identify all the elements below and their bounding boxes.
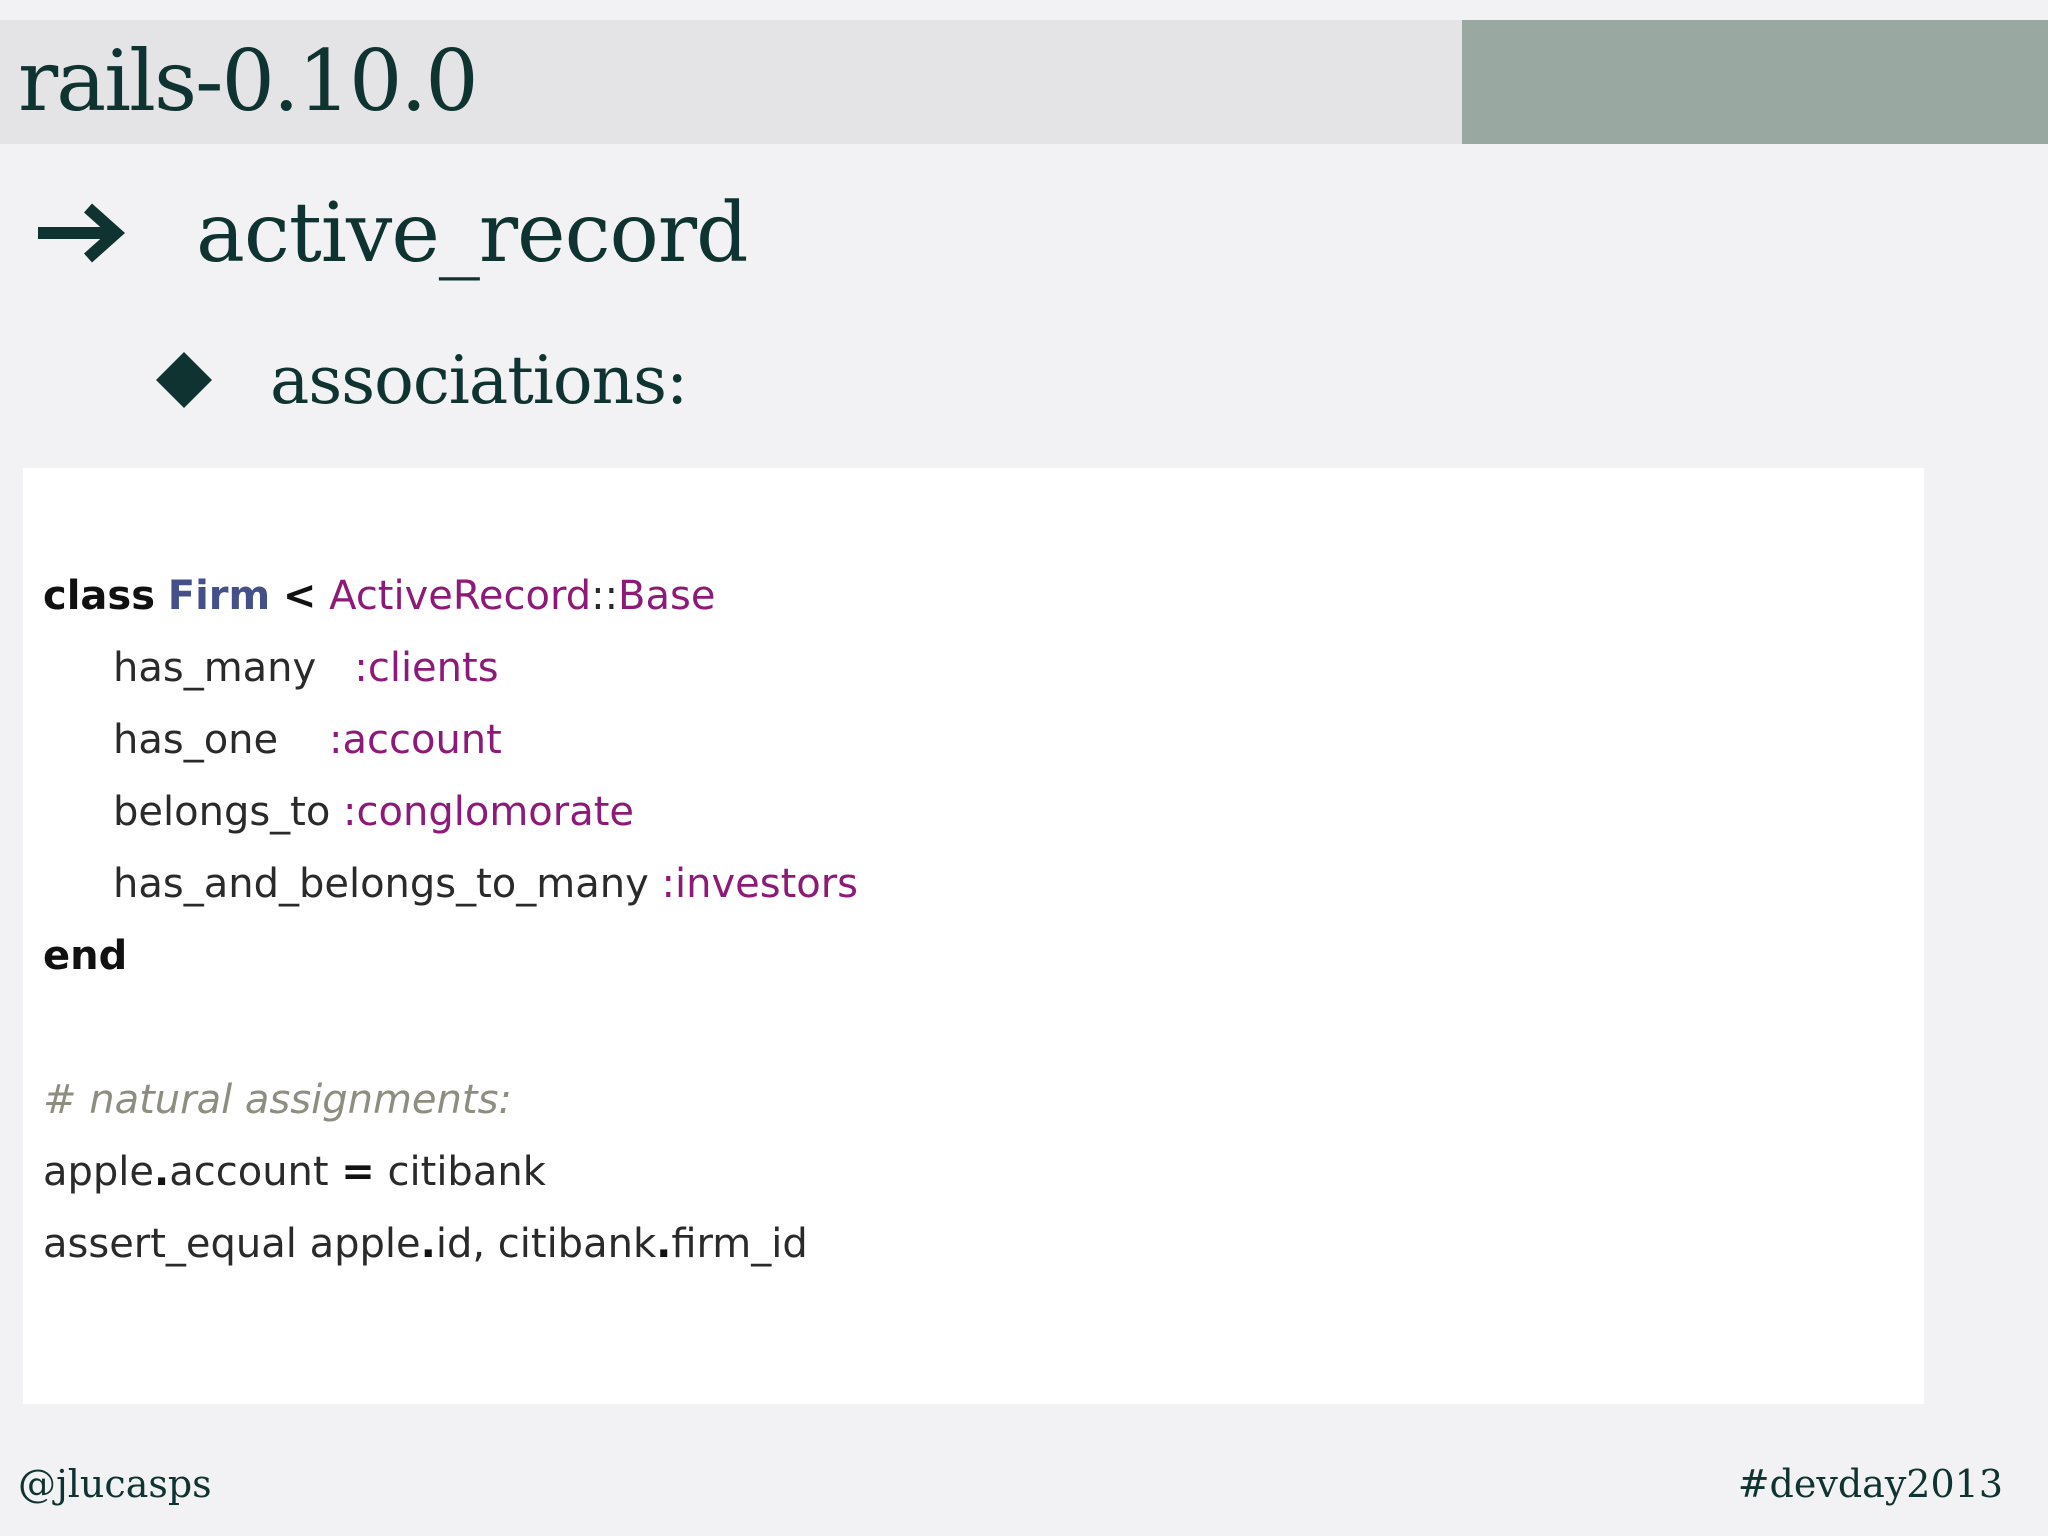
operator-dot: . [656,1221,672,1267]
symbol: :account [329,717,502,763]
code-comment: # natural assignments: [43,1077,512,1123]
operator-lt: < [282,573,317,619]
code-line-habtm: has_and_belongs_to_many :investors [43,848,858,920]
attribute-firm-id: firm_id [671,1221,808,1267]
class-name: Firm [167,573,271,619]
attribute-account: account [169,1149,329,1195]
constant-base: Base [618,573,716,619]
constant-activerecord: ActiveRecord [329,573,592,619]
symbol: :clients [354,645,499,691]
code-line-belongs-to: belongs_to :conglomorate [43,776,634,848]
symbol: :investors [661,861,859,907]
code-line-assert: assert_equal apple.id, citibank.firm_id [43,1208,808,1280]
keyword-end: end [43,933,128,979]
method-name: has_and_belongs_to_many [113,861,649,907]
symbol: :conglomorate [343,789,635,835]
method-name: belongs_to [113,789,331,835]
method-name: has_one [113,717,279,763]
keyword-class: class [43,573,156,619]
title-accent-block [1462,20,2048,144]
footer-hashtag: #devday2013 [1737,1462,2003,1506]
operator-dot: . [420,1221,436,1267]
operator-dot: . [154,1149,170,1195]
slide-title: rails-0.10.0 [18,32,479,130]
bullet-text-associations: associations: [270,341,688,419]
diamond-icon [150,346,218,414]
arrow-right-icon [30,198,142,268]
code-line-has-many: has_many :clients [43,632,499,704]
code-block: class Firm < ActiveRecord::Base has_many… [23,468,1924,1404]
code-line-assignment: apple.account = citibank [43,1136,546,1208]
identifier-apple: apple [309,1221,421,1267]
code-line-class-def: class Firm < ActiveRecord::Base [43,560,715,632]
identifier-citibank: citibank [497,1221,657,1267]
bullet-level-2: associations: [150,330,688,430]
footer-twitter-handle: @jlucasps [18,1462,212,1506]
method-assert-equal: assert_equal [43,1221,297,1267]
bullet-level-1: active_record [30,178,749,288]
code-line-has-one: has_one :account [43,704,502,776]
bullet-text-active-record: active_record [196,185,749,281]
method-name: has_many [113,645,317,691]
operator-scope: :: [591,573,619,619]
identifier-apple: apple [43,1149,155,1195]
identifier-citibank: citibank [387,1149,546,1195]
operator-eq: = [341,1149,375,1195]
code-line-end: end [43,920,127,992]
code-line-comment: # natural assignments: [43,1064,512,1136]
attribute-id: id, [435,1221,486,1267]
